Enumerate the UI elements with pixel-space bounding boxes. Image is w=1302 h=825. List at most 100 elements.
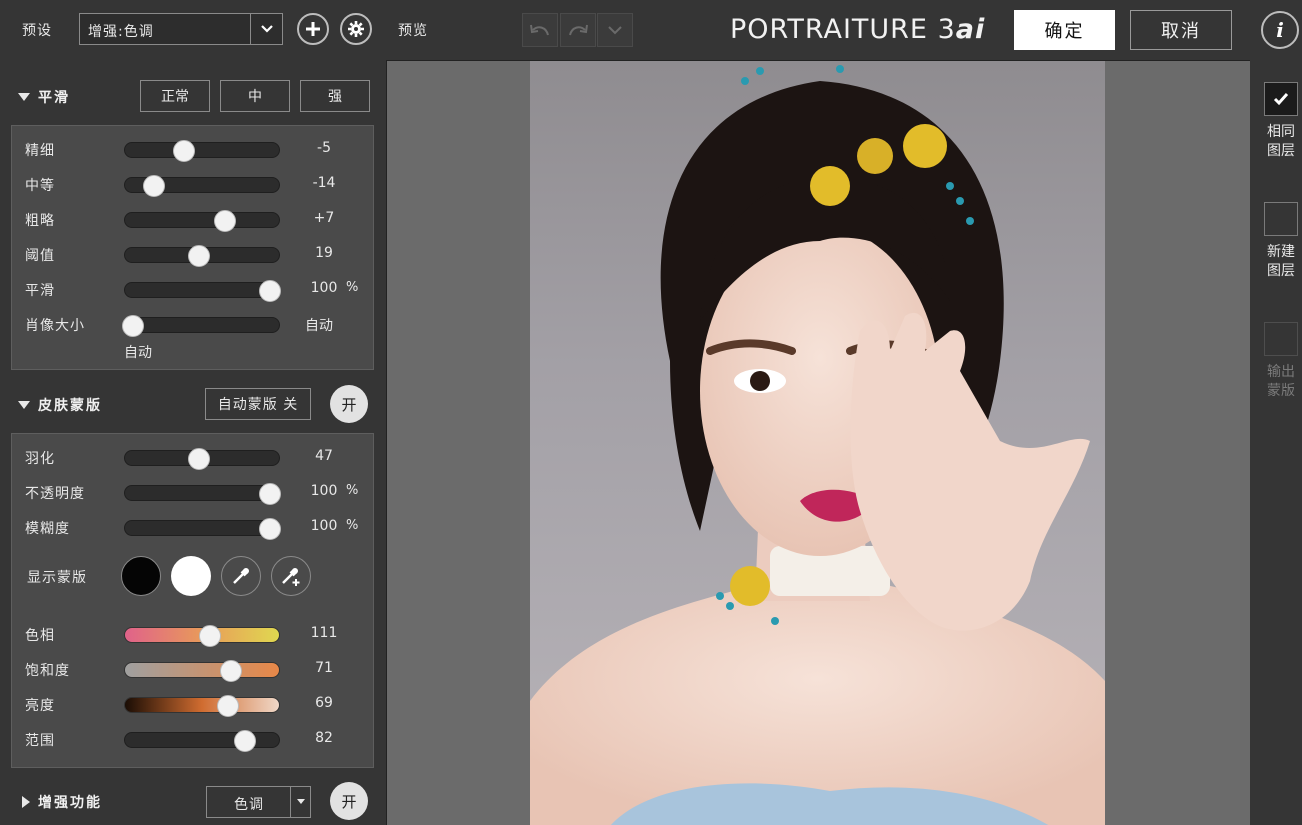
- expand-triangle-icon: [22, 796, 30, 808]
- portrait-illustration: [530, 65, 1105, 825]
- app-logo: PORTRAITURE 3ai: [730, 14, 985, 45]
- info-button[interactable]: i: [1261, 11, 1299, 49]
- slider-value: 100: [310, 280, 338, 296]
- mode-normal-button[interactable]: 正常: [140, 80, 210, 112]
- slider-track[interactable]: [124, 483, 281, 505]
- slider-handle[interactable]: [172, 140, 195, 162]
- slider-label: 模糊度: [25, 521, 70, 537]
- undo-icon: [530, 24, 549, 36]
- enhance-on-button[interactable]: 开: [330, 782, 368, 820]
- enhance-value: 色调: [234, 797, 264, 813]
- smooth-title: 平滑: [38, 90, 70, 106]
- skin-mask-on-button[interactable]: 开: [330, 385, 368, 423]
- collapse-triangle-icon: [18, 401, 30, 409]
- slider-track[interactable]: [124, 245, 280, 267]
- slider-handle[interactable]: [217, 695, 240, 717]
- slider-handle[interactable]: [143, 175, 166, 197]
- show-mask-label: 显示蒙版: [27, 570, 87, 586]
- enhance-title: 增强功能: [38, 795, 102, 811]
- preset-value: 增强:色调: [88, 24, 154, 40]
- mask-white-swatch[interactable]: [171, 556, 211, 596]
- same-layer-checkbox[interactable]: [1264, 82, 1298, 116]
- gear-icon: [348, 21, 364, 37]
- auto-mask-button[interactable]: 自动蒙版 关: [205, 388, 311, 420]
- slider-track[interactable]: [124, 730, 280, 752]
- output-mask-checkbox[interactable]: [1264, 322, 1298, 356]
- slider-value: 69: [315, 695, 333, 711]
- slider-label: 精细: [25, 143, 55, 159]
- slider-value: 19: [315, 245, 333, 261]
- settings-button[interactable]: [340, 13, 372, 45]
- right-panel: 相同图层 新建图层 输出蒙版: [1250, 60, 1302, 825]
- slider-track[interactable]: [124, 625, 280, 647]
- eyedropper-add-button[interactable]: [271, 556, 311, 596]
- slider-track[interactable]: [124, 448, 280, 470]
- preset-dropdown[interactable]: 增强:色调: [79, 13, 283, 45]
- cancel-button[interactable]: 取消: [1130, 10, 1232, 50]
- output-mask-text: 输出蒙版: [1267, 364, 1295, 399]
- undo-button[interactable]: [522, 13, 558, 47]
- enhance-dropdown[interactable]: 色调: [206, 786, 311, 818]
- slider-handle[interactable]: [258, 518, 281, 540]
- slider-value: 71: [315, 660, 333, 676]
- slider-track[interactable]: [124, 140, 280, 162]
- mask-black-swatch[interactable]: [121, 556, 161, 596]
- redo-button[interactable]: [560, 13, 596, 47]
- slider-handle[interactable]: [214, 210, 237, 232]
- new-layer-text: 新建图层: [1267, 244, 1295, 279]
- slider-track[interactable]: [124, 695, 280, 717]
- slider-row: 羽化 47: [12, 445, 373, 470]
- slider-track[interactable]: [124, 175, 280, 197]
- slider-handle[interactable]: [187, 245, 210, 267]
- slider-row: 色相 111: [12, 622, 373, 647]
- same-layer-label: 相同图层: [1264, 123, 1298, 161]
- slider-handle[interactable]: [198, 625, 221, 647]
- slider-row: 平滑 100%: [12, 277, 373, 302]
- slider-row: 不透明度 100%: [12, 480, 373, 505]
- slider-row: 模糊度 100%: [12, 515, 373, 540]
- portrait-size-row: 肖像大小 自动: [12, 312, 373, 337]
- slider-row: 精细 -5: [12, 137, 373, 162]
- collapse-triangle-icon: [18, 93, 30, 101]
- mode-medium-button[interactable]: 中: [220, 80, 290, 112]
- portrait-size-value: 自动: [305, 318, 333, 334]
- slider-label: 范围: [25, 733, 55, 749]
- mode-strong-button[interactable]: 强: [300, 80, 370, 112]
- new-layer-checkbox[interactable]: [1264, 202, 1298, 236]
- portrait-size-track[interactable]: [121, 315, 280, 337]
- preview-label: 预览: [398, 23, 428, 39]
- skin-mask-section-toggle[interactable]: 皮肤蒙版: [18, 395, 102, 415]
- slider-label: 亮度: [25, 698, 55, 714]
- slider-handle[interactable]: [258, 280, 281, 302]
- slider-unit: %: [346, 483, 359, 498]
- chevron-down-icon: [608, 26, 622, 35]
- slider-row: 阈值 19: [12, 242, 373, 267]
- preset-label: 预设: [22, 23, 52, 39]
- caret-down-icon[interactable]: [290, 787, 310, 817]
- preview-area[interactable]: [386, 60, 1250, 825]
- plus-icon: [306, 22, 320, 36]
- slider-value: 111: [310, 625, 338, 641]
- slider-track[interactable]: [124, 280, 281, 302]
- eyedropper-button[interactable]: [221, 556, 261, 596]
- history-dropdown-button[interactable]: [597, 13, 633, 47]
- slider-handle[interactable]: [234, 730, 257, 752]
- enhance-section-toggle[interactable]: 增强功能: [22, 792, 102, 812]
- smooth-section-toggle[interactable]: 平滑: [18, 87, 70, 107]
- slider-track[interactable]: [124, 518, 281, 540]
- same-layer-text: 相同图层: [1267, 124, 1295, 159]
- slider-label: 平滑: [25, 283, 55, 299]
- slider-handle[interactable]: [121, 315, 144, 337]
- slider-label: 羽化: [25, 451, 55, 467]
- slider-row: 饱和度 71: [12, 657, 373, 682]
- slider-unit: %: [346, 280, 359, 295]
- slider-track[interactable]: [124, 210, 280, 232]
- slider-handle[interactable]: [258, 483, 281, 505]
- slider-handle[interactable]: [220, 660, 243, 682]
- chevron-down-icon[interactable]: [250, 14, 282, 44]
- ok-button[interactable]: 确定: [1014, 10, 1115, 50]
- add-preset-button[interactable]: [297, 13, 329, 45]
- slider-handle[interactable]: [187, 448, 210, 470]
- slider-track[interactable]: [124, 660, 280, 682]
- redo-icon: [569, 24, 588, 36]
